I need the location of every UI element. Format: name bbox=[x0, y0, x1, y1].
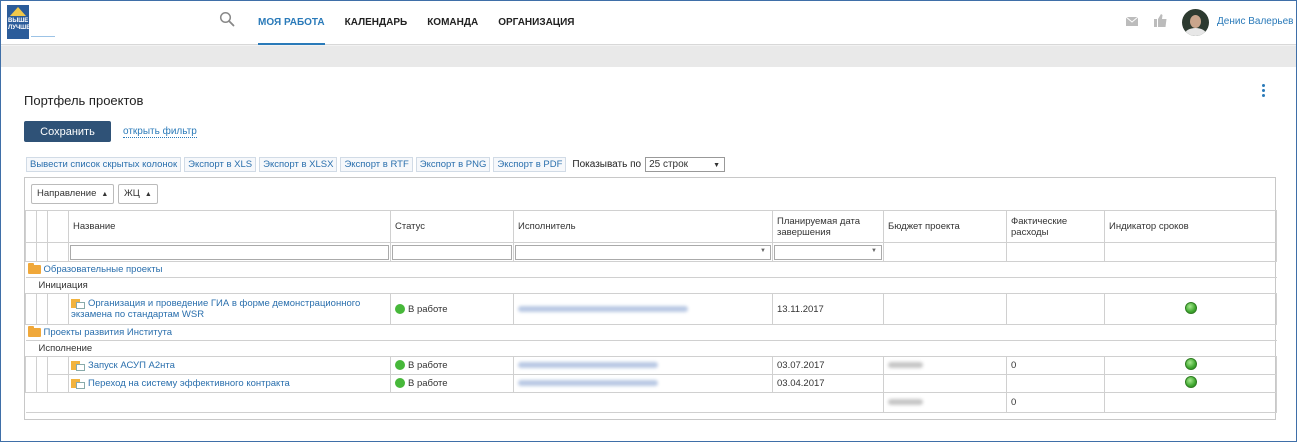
like-icon[interactable] bbox=[1154, 14, 1167, 27]
rows-per-page-select[interactable]: 25 строк ▼ bbox=[645, 156, 726, 172]
project-icon bbox=[71, 360, 85, 371]
export-rtf-button[interactable]: Экспорт в RTF bbox=[340, 156, 413, 172]
show-hidden-columns-button[interactable]: Вывести список скрытых колонок bbox=[26, 156, 182, 172]
group-name[interactable]: Проекты развития Института bbox=[44, 327, 173, 338]
nav-organization[interactable]: ОРГАНИЗАЦИЯ bbox=[498, 1, 574, 45]
chevron-down-icon: ▼ bbox=[760, 247, 766, 254]
sort-asc-icon: ▲ bbox=[101, 191, 109, 198]
status-dot-icon bbox=[395, 303, 405, 314]
col-header-budget[interactable]: Бюджет проекта bbox=[883, 210, 1007, 243]
project-name-link[interactable]: Организация и проведение ГИА в форме дем… bbox=[71, 298, 360, 320]
project-name-link[interactable]: Запуск АСУП А2нта bbox=[88, 360, 175, 371]
filter-date-select[interactable]: ▼ bbox=[774, 244, 882, 260]
planned-date: 13.11.2017 bbox=[777, 303, 824, 315]
filter-status-input[interactable] bbox=[392, 244, 512, 260]
sort-asc-icon: ▲ bbox=[144, 191, 152, 198]
chevron-down-icon: ▼ bbox=[713, 161, 721, 169]
group-row[interactable]: Образовательные проекты bbox=[25, 261, 1277, 278]
assignee-redacted bbox=[518, 380, 658, 387]
export-pdf-button[interactable]: Экспорт в PDF bbox=[493, 156, 567, 172]
kebab-menu-icon[interactable] bbox=[1262, 84, 1266, 98]
nav-team[interactable]: КОМАНДА bbox=[427, 1, 478, 45]
project-icon bbox=[71, 298, 85, 309]
logo-text: ВЫШЕ ЛУЧШЕ bbox=[8, 18, 31, 31]
deadline-indicator-icon bbox=[1184, 358, 1197, 370]
status-dot-icon bbox=[395, 360, 405, 371]
filter-assignee-select[interactable]: ▼ bbox=[515, 244, 771, 260]
totals-row: 0 bbox=[25, 392, 1277, 413]
group-name[interactable]: Образовательные проекты bbox=[44, 264, 163, 275]
col-header-actual-costs[interactable]: Фактические расходы bbox=[1006, 210, 1105, 243]
nav-my-work[interactable]: МОЯ РАБОТА bbox=[258, 1, 325, 45]
table-row[interactable]: Переход на систему эффективного контракт… bbox=[25, 374, 1277, 393]
col-header-status[interactable]: Статус bbox=[390, 210, 514, 243]
assignee-redacted bbox=[518, 362, 658, 369]
main-nav: МОЯ РАБОТА КАЛЕНДАРЬ КОМАНДА ОРГАНИЗАЦИЯ bbox=[258, 1, 595, 45]
export-xls-button[interactable]: Экспорт в XLS bbox=[184, 156, 257, 172]
search-icon[interactable] bbox=[219, 11, 235, 27]
stage-name: Исполнение bbox=[38, 343, 93, 354]
status-dot-icon bbox=[395, 378, 405, 389]
logo-roof-icon bbox=[10, 7, 26, 16]
status-label: В работе bbox=[408, 360, 448, 371]
deadline-indicator-icon bbox=[1184, 301, 1197, 314]
col-header-name[interactable]: Название bbox=[68, 210, 391, 243]
header-band bbox=[1, 46, 1296, 67]
status-label: В работе bbox=[408, 303, 448, 315]
project-grid: Направление ▲ ЖЦ ▲ Название Статус Исполни… bbox=[24, 177, 1277, 420]
status-label: В работе bbox=[408, 378, 448, 389]
filter-name-input[interactable] bbox=[70, 244, 389, 260]
deadline-indicator-icon bbox=[1184, 376, 1197, 388]
table-header-row: Название Статус Исполнитель Планируемая … bbox=[25, 210, 1277, 243]
filter-row: ▼ ▼ bbox=[25, 242, 1277, 262]
top-header: ВЫШЕ ЛУЧШЕ МОЯ РАБОТА КАЛЕНДАРЬ КОМАНДА … bbox=[1, 1, 1296, 45]
avatar[interactable] bbox=[1182, 9, 1209, 36]
user-name[interactable]: Денис Валерьев bbox=[1217, 16, 1294, 27]
rows-per-page-label: Показывать по bbox=[572, 158, 642, 170]
stage-name: Инициация bbox=[38, 280, 88, 291]
assignee-redacted bbox=[518, 305, 688, 312]
project-icon bbox=[71, 378, 85, 389]
export-png-button[interactable]: Экспорт в PNG bbox=[415, 156, 491, 172]
table-row[interactable]: Организация и проведение ГИА в форме дем… bbox=[25, 293, 1277, 325]
group-chip-lifecycle[interactable]: ЖЦ ▲ bbox=[118, 184, 158, 204]
actual-costs: 0 bbox=[1011, 360, 1017, 371]
open-filter-link[interactable]: открыть фильтр bbox=[123, 126, 197, 138]
budget-redacted bbox=[888, 362, 923, 369]
rows-per-page-value: 25 строк bbox=[649, 158, 689, 170]
export-toolbar: Вывести список скрытых колонок Экспорт в… bbox=[26, 156, 726, 172]
export-xlsx-button[interactable]: Экспорт в XLSX bbox=[259, 156, 338, 172]
group-by-bar: Направление ▲ ЖЦ ▲ bbox=[25, 178, 1275, 210]
planned-date: 03.04.2017 bbox=[777, 378, 825, 389]
page-title: Портфель проектов bbox=[24, 93, 144, 108]
project-name-link[interactable]: Переход на систему эффективного контракт… bbox=[88, 378, 290, 389]
nav-calendar[interactable]: КАЛЕНДАРЬ bbox=[345, 1, 408, 45]
folder-icon bbox=[27, 262, 41, 274]
total-budget-redacted bbox=[888, 399, 923, 406]
mail-icon[interactable] bbox=[1126, 17, 1138, 26]
col-header-assignee[interactable]: Исполнитель bbox=[513, 210, 773, 243]
logo[interactable]: ВЫШЕ ЛУЧШЕ bbox=[7, 5, 31, 39]
group-chip-direction[interactable]: Направление ▲ bbox=[31, 184, 115, 204]
col-header-deadline-indicator[interactable]: Индикатор сроков bbox=[1104, 210, 1277, 243]
group-chip-label: Направление bbox=[37, 188, 97, 199]
planned-date: 03.07.2017 bbox=[777, 360, 825, 371]
folder-icon bbox=[27, 325, 41, 337]
project-table: Название Статус Исполнитель Планируемая … bbox=[25, 210, 1277, 413]
table-row[interactable]: Запуск АСУП А2нта В работе 03.07.2017 0 bbox=[25, 356, 1277, 375]
save-button[interactable]: Сохранить bbox=[24, 121, 111, 142]
chevron-down-icon: ▼ bbox=[871, 247, 877, 254]
group-chip-label: ЖЦ bbox=[124, 188, 140, 199]
col-header-planned-date[interactable]: Планируемая дата завершения bbox=[772, 210, 884, 243]
stage-row[interactable]: Инициация bbox=[25, 277, 1277, 294]
app-window: ВЫШЕ ЛУЧШЕ МОЯ РАБОТА КАЛЕНДАРЬ КОМАНДА … bbox=[0, 0, 1297, 442]
group-row[interactable]: Проекты развития Института bbox=[25, 324, 1277, 341]
stage-row[interactable]: Исполнение bbox=[25, 340, 1277, 357]
total-actual-costs: 0 bbox=[1011, 397, 1017, 408]
logo-underline bbox=[31, 36, 55, 37]
